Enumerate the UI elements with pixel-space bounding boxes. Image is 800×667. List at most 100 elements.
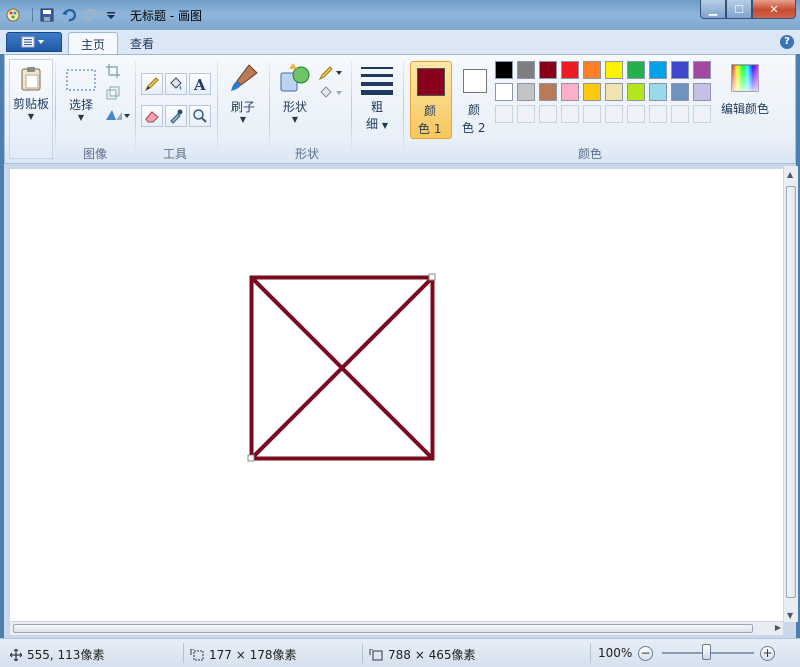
pencil-tool[interactable] [141,73,163,95]
zoom-out-button[interactable]: − [638,646,653,661]
palette-empty-slot[interactable] [495,105,513,123]
cursor-position-text: 555, 113像素 [27,648,105,662]
select-label: 选择 [68,98,93,112]
palette-color-swatch[interactable] [539,61,557,79]
scroll-down-icon[interactable]: ▼ [787,611,793,620]
shapes-label: 形状 [282,100,307,114]
color-picker-tool[interactable] [165,105,187,127]
palette-empty-slot[interactable] [517,105,535,123]
redo-icon[interactable] [82,6,100,24]
clipboard-icon [21,67,41,91]
color2-swatch [463,69,487,93]
vertical-scroll-thumb[interactable] [786,186,796,598]
cursor-position: 555, 113像素 [10,646,104,663]
clipboard-label: 剪贴板 [12,97,49,111]
palette-empty-slot[interactable] [561,105,579,123]
color1-button[interactable]: 颜 色 1 [410,61,452,139]
undo-icon[interactable] [60,6,78,24]
horizontal-scroll-thumb[interactable] [13,624,753,633]
palette-color-swatch[interactable] [627,83,645,101]
edit-colors-button[interactable]: 编辑颜色 [715,59,775,117]
fill-button[interactable] [317,83,345,103]
tab-view[interactable]: 查看 [118,32,166,54]
svg-text:A: A [193,76,206,92]
tab-home[interactable]: 主页 [68,32,119,54]
text-tool[interactable]: A [189,73,211,95]
selection-handle[interactable] [428,273,436,281]
text-icon: A [193,76,206,92]
palette-color-swatch[interactable] [671,83,689,101]
zoom-in-button[interactable]: + [760,646,775,661]
palette-empty-slot[interactable] [627,105,645,123]
brushes-button[interactable]: 刷子 ▼ [223,59,263,125]
palette-empty-slot[interactable] [539,105,557,123]
palette-color-swatch[interactable] [517,61,535,79]
scroll-up-icon[interactable]: ▲ [787,170,793,179]
eraser-tool[interactable] [141,105,163,127]
resize-icon[interactable] [103,83,123,103]
palette-color-swatch[interactable] [583,83,601,101]
select-button[interactable]: 选择 ▼ [61,59,101,123]
vertical-scrollbar[interactable]: ▲ ▼ [783,166,798,622]
palette-color-swatch[interactable] [649,83,667,101]
status-divider [590,643,591,663]
selection-size-text: 177 × 178像素 [209,648,297,662]
horizontal-scrollbar[interactable]: ▶ [10,621,783,635]
color1-label-2: 色 1 [418,122,442,136]
window-title: 无标题 - 画图 [130,9,202,23]
magnifier-tool[interactable] [189,105,211,127]
rotate-icon[interactable] [103,105,131,125]
clipboard-button[interactable]: 剪贴板 ▼ [9,59,53,159]
shapes-icon [280,63,310,92]
maximize-button[interactable]: ☐ [726,0,752,19]
palette-color-swatch[interactable] [495,61,513,79]
status-divider [362,643,363,663]
palette-color-swatch[interactable] [671,61,689,79]
palette-empty-slot[interactable] [671,105,689,123]
palette-color-swatch[interactable] [627,61,645,79]
palette-color-swatch[interactable] [605,83,623,101]
paint-app-icon[interactable] [4,6,22,24]
palette-color-swatch[interactable] [561,61,579,79]
colors-group-label: 颜色 [577,147,602,161]
tab-view-label: 查看 [130,37,155,51]
outline-button[interactable] [317,63,345,83]
brushes-label: 刷子 [230,100,255,114]
palette-color-swatch[interactable] [693,83,711,101]
drawing-svg [247,273,436,462]
palette-empty-slot[interactable] [583,105,601,123]
eraser-icon [145,111,159,123]
minimize-icon: ▁ [708,2,718,16]
close-button[interactable]: ✕ [752,0,796,19]
palette-empty-slot[interactable] [605,105,623,123]
fill-tool[interactable] [165,73,187,95]
drawing-canvas[interactable] [10,169,785,621]
customize-toolbar-icon[interactable] [102,6,120,24]
size-button[interactable]: 粗 细 ▼ [357,59,397,132]
crop-icon[interactable] [103,61,123,81]
color2-button[interactable]: 颜 色 2 [457,61,499,139]
scroll-right-icon[interactable]: ▶ [775,623,781,632]
palette-color-swatch[interactable] [517,83,535,101]
minimize-button[interactable]: ▁ [700,0,726,19]
chevron-down-icon: ▼ [239,115,247,124]
palette-color-swatch[interactable] [605,61,623,79]
palette-color-swatch[interactable] [539,83,557,101]
selection-handle[interactable] [247,454,255,462]
palette-color-swatch[interactable] [583,61,601,79]
save-icon[interactable] [38,6,56,24]
palette-empty-slot[interactable] [649,105,667,123]
close-icon: ✕ [769,2,779,16]
shapes-button[interactable]: 形状 ▼ [275,59,315,125]
fill-bucket-icon [320,86,342,98]
palette-color-swatch[interactable] [495,83,513,101]
palette-color-swatch[interactable] [649,61,667,79]
palette-color-swatch[interactable] [561,83,579,101]
paint-menu-button[interactable] [6,32,62,52]
palette-empty-slot[interactable] [693,105,711,123]
palette-color-swatch[interactable] [693,61,711,79]
group-separator [351,61,352,157]
help-icon[interactable]: ? [780,35,794,49]
tab-home-label: 主页 [81,38,106,52]
zoom-slider-knob[interactable] [702,644,711,660]
